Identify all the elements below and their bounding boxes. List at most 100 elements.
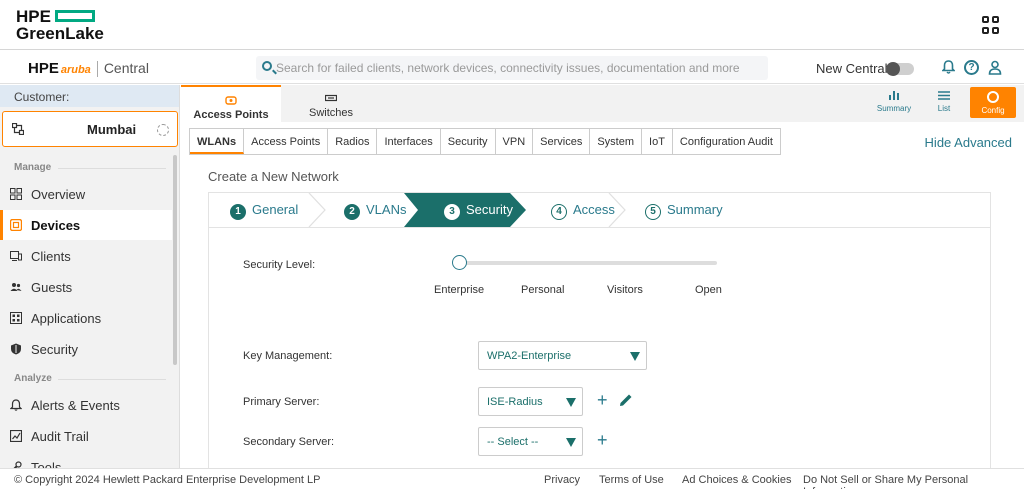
slider-option-personal[interactable]: Personal (521, 284, 564, 296)
step-access[interactable]: 4 Access (551, 193, 615, 227)
group-icon (12, 123, 24, 135)
config-view-button[interactable]: Config (970, 87, 1016, 118)
user-profile-icon[interactable] (988, 60, 1002, 75)
sidebar-item-security[interactable]: Security (0, 334, 172, 364)
list-label: List (937, 104, 951, 113)
greenlake-logo-text: GreenLake (16, 24, 104, 43)
primary-server-label: Primary Server: (243, 396, 320, 408)
tab-access-points[interactable]: Access Points (181, 85, 281, 122)
select-value: WPA2-Enterprise (487, 350, 572, 362)
sidebar-item-label: Tools (31, 460, 62, 468)
add-secondary-server-icon[interactable]: + (597, 431, 608, 449)
bar-chart-icon (889, 91, 899, 100)
customer-selector[interactable]: Mumbai (2, 111, 178, 147)
primary-server-select[interactable]: ISE-Radius (478, 387, 583, 416)
step-security[interactable]: 3 Security (444, 193, 513, 227)
security-level-slider-track[interactable] (459, 261, 717, 265)
hide-advanced-link[interactable]: Hide Advanced (925, 135, 1012, 150)
subtab-services[interactable]: Services (533, 129, 591, 154)
slider-option-enterprise[interactable]: Enterprise (434, 284, 484, 296)
greenlake-logo[interactable]: HPE GreenLake (16, 8, 104, 42)
security-level-slider-thumb[interactable] (452, 255, 467, 270)
sidebar-scrollbar[interactable] (173, 155, 177, 365)
subtab-wlans[interactable]: WLANs (190, 129, 245, 154)
switch-icon (325, 94, 337, 102)
summary-view-button[interactable]: Summary (876, 88, 912, 120)
slider-option-visitors[interactable]: Visitors (607, 284, 643, 296)
notifications-bell-icon[interactable] (942, 60, 955, 74)
search-bar (256, 56, 768, 80)
edit-pencil-icon[interactable] (619, 393, 633, 407)
hpe-logo-rect (54, 9, 95, 22)
search-input[interactable] (276, 59, 756, 77)
step-label: Security (466, 202, 513, 217)
step-number: 1 (230, 204, 246, 220)
step-vlans[interactable]: 2 VLANs (344, 193, 406, 227)
step-separator (308, 193, 326, 227)
shield-icon (11, 343, 21, 355)
list-view-button[interactable]: List (932, 88, 956, 120)
page-title: Create a New Network (208, 169, 339, 184)
subtab-access-points[interactable]: Access Points (244, 129, 329, 154)
step-number: 3 (444, 204, 460, 220)
sidebar-item-label: Security (31, 342, 78, 357)
tab-switches[interactable]: Switches (281, 85, 381, 122)
sidebar-item-clients[interactable]: Clients (0, 241, 172, 271)
sidebar-item-label: Clients (31, 249, 71, 264)
copyright-text: © Copyright 2024 Hewlett Packard Enterpr… (14, 474, 321, 486)
subtab-interfaces[interactable]: Interfaces (377, 129, 441, 154)
sidebar-item-applications[interactable]: Applications (0, 303, 172, 333)
manage-section-label: Manage (14, 162, 167, 173)
footer: © Copyright 2024 Hewlett Packard Enterpr… (0, 468, 1024, 489)
footer-link-privacy[interactable]: Privacy (544, 474, 580, 486)
tab-label: Access Points (193, 109, 269, 121)
config-subtabs: WLANs Access Points Radios Interfaces Se… (189, 128, 781, 155)
network-wizard: 1 General 2 VLANs 3 Security 4 Access 5 Summa… (208, 192, 991, 468)
guests-icon (10, 283, 22, 291)
security-level-label: Security Level: (243, 259, 316, 271)
add-primary-server-icon[interactable]: + (597, 391, 608, 409)
subtab-system[interactable]: System (590, 129, 643, 154)
subtab-security[interactable]: Security (441, 129, 496, 154)
greenlake-header: HPE GreenLake (0, 0, 1024, 50)
subtab-vpn[interactable]: VPN (496, 129, 534, 154)
hpe-brand: HPE (28, 60, 59, 77)
footer-link-do-not-sell[interactable]: Do Not Sell or Share My Personal Informa… (803, 474, 1024, 489)
select-value: ISE-Radius (487, 396, 543, 408)
app-launcher-icon[interactable] (982, 16, 1000, 34)
sidebar-item-label: Devices (31, 218, 81, 233)
footer-link-ad-choices[interactable]: Ad Choices & Cookies (682, 474, 791, 486)
central-header: HPEaruba Central New Central ? (0, 51, 1024, 84)
list-icon (938, 91, 950, 100)
sidebar-item-guests[interactable]: Guests (0, 272, 172, 302)
step-label: Summary (667, 202, 723, 217)
step-summary[interactable]: 5 Summary (645, 193, 723, 227)
sidebar-item-overview[interactable]: Overview (0, 179, 172, 209)
subtab-configuration-audit[interactable]: Configuration Audit (673, 129, 780, 154)
configuration-panel: WLANs Access Points Radios Interfaces Se… (181, 122, 1024, 468)
grid-icon (10, 188, 22, 200)
step-label: Access (573, 202, 615, 217)
subtab-radios[interactable]: Radios (328, 129, 378, 154)
sidebar-item-tools[interactable]: Tools (0, 452, 172, 468)
gear-icon (987, 91, 999, 103)
tab-label: Switches (308, 107, 354, 119)
new-central-toggle[interactable] (886, 62, 914, 76)
audit-icon (10, 430, 22, 442)
sidebar-item-alerts-events[interactable]: Alerts & Events (0, 390, 172, 420)
new-central-label: New Central (816, 61, 888, 76)
key-management-select[interactable]: WPA2-Enterprise (478, 341, 647, 370)
footer-link-terms[interactable]: Terms of Use (599, 474, 664, 486)
step-general[interactable]: 1 General (230, 193, 298, 227)
help-icon[interactable]: ? (964, 60, 979, 75)
secondary-server-select[interactable]: -- Select -- (478, 427, 583, 456)
slider-option-open[interactable]: Open (695, 284, 722, 296)
sidebar-item-label: Guests (31, 280, 73, 295)
sidebar-item-audit-trail[interactable]: Audit Trail (0, 421, 172, 451)
aruba-central-logo[interactable]: HPE aruba Central (28, 60, 149, 78)
sidebar-item-devices[interactable]: Devices (0, 210, 172, 240)
step-label: General (252, 202, 299, 217)
subtab-iot[interactable]: IoT (642, 129, 673, 154)
clients-icon (10, 251, 22, 261)
config-label: Config (981, 106, 1005, 115)
